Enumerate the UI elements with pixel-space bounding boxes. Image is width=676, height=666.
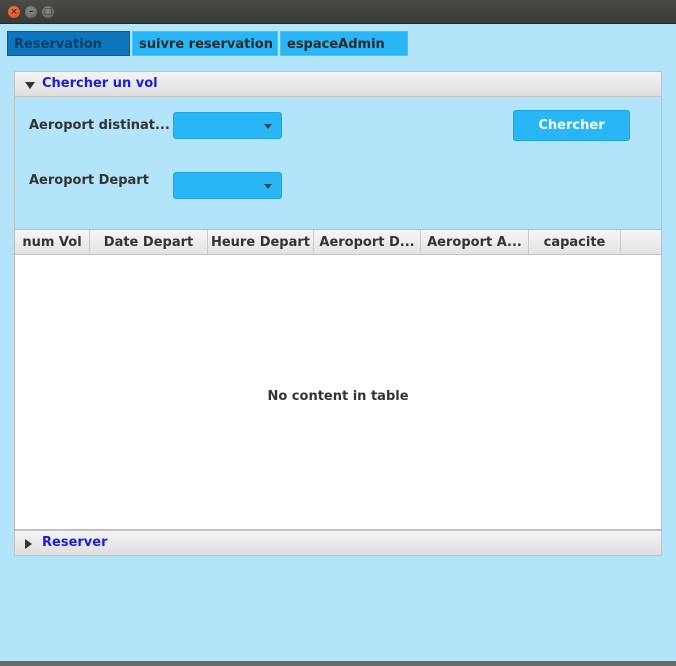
minimize-icon[interactable]: – — [25, 6, 37, 18]
search-button[interactable]: Chercher — [513, 110, 630, 141]
column-header-heure-depart[interactable]: Heure Depart — [208, 230, 314, 255]
destination-airport-label: Aeroport distinat... — [29, 118, 170, 133]
reserve-pane-header[interactable]: Reserver — [14, 530, 662, 556]
close-icon[interactable]: × — [8, 6, 20, 18]
departure-airport-combo[interactable] — [173, 172, 282, 199]
reserve-pane-title: Reserver — [42, 535, 108, 550]
window-titlebar: × – □ — [0, 0, 676, 24]
table-empty-placeholder: No content in table — [267, 389, 409, 404]
flights-table[interactable]: num Vol Date Depart Heure Depart Aeropor… — [14, 229, 662, 530]
tab-suivre-reservation[interactable]: suivre reservation — [132, 31, 278, 56]
column-header-aeroport-arrivee[interactable]: Aeroport A... — [421, 230, 529, 255]
destination-airport-combo[interactable] — [173, 112, 282, 139]
tab-reservation[interactable]: Reservation — [7, 31, 130, 56]
tab-espace-admin[interactable]: espaceAdmin — [280, 31, 408, 56]
window-bottom-border — [0, 661, 676, 666]
collapse-arrow-icon — [25, 539, 32, 549]
tab-bar: Reservation suivre reservation espaceAdm… — [0, 24, 676, 57]
column-header-num-vol[interactable]: num Vol — [15, 230, 90, 255]
chevron-down-icon — [264, 124, 272, 129]
chevron-down-icon — [264, 184, 272, 189]
column-header-date-depart[interactable]: Date Depart — [90, 230, 208, 255]
maximize-icon[interactable]: □ — [42, 6, 54, 18]
column-header-capacite[interactable]: capacite — [529, 230, 621, 255]
reserve-pane: Reserver — [14, 530, 662, 556]
search-flight-pane-title: Chercher un vol — [42, 76, 158, 91]
expand-arrow-icon — [25, 82, 35, 89]
table-header: num Vol Date Depart Heure Depart Aeropor… — [15, 230, 661, 255]
departure-airport-label: Aeroport Depart — [29, 173, 149, 188]
search-flight-pane-header[interactable]: Chercher un vol — [14, 71, 662, 97]
search-flight-pane: Chercher un vol Aeroport distinat... Che… — [14, 71, 662, 229]
column-header-aeroport-depart[interactable]: Aeroport D... — [314, 230, 421, 255]
search-flight-pane-content: Aeroport distinat... Chercher Aeroport D… — [14, 97, 662, 229]
